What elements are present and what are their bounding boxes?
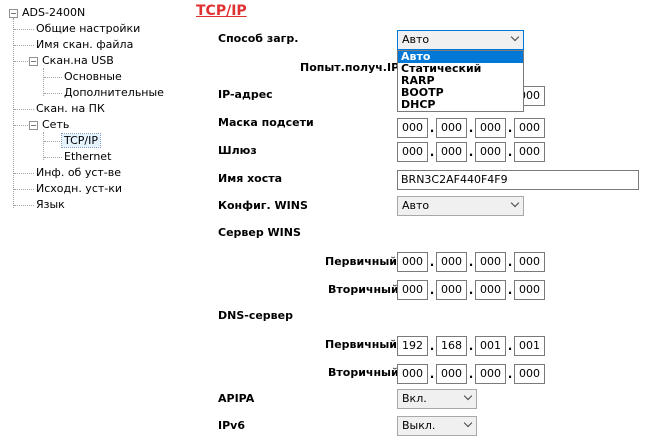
- tree-item-ethernet[interactable]: Ethernet: [62, 149, 113, 165]
- tree-item-scan-pc[interactable]: Скан. на ПК: [34, 101, 107, 117]
- tree-item-reset[interactable]: Исходн. уст-ки: [34, 181, 124, 197]
- apipa-select[interactable]: Вкл.: [397, 389, 477, 409]
- hostname-input[interactable]: BRN3C2AF440F4F9: [397, 170, 639, 190]
- ip-octet[interactable]: 000: [514, 280, 545, 300]
- tree-line: [44, 77, 62, 78]
- tree-item-scan-filename[interactable]: Имя скан. файла: [34, 37, 135, 53]
- collapse-icon[interactable]: −: [29, 57, 38, 66]
- collapse-icon[interactable]: −: [29, 121, 38, 130]
- ip-octet[interactable]: 000: [436, 364, 467, 384]
- ip-octet[interactable]: 000: [397, 118, 428, 138]
- wins-config-label: Конфиг. WINS: [218, 199, 308, 212]
- ip-octet[interactable]: 000: [514, 364, 545, 384]
- tree-item-general[interactable]: Общие настройки: [34, 21, 142, 37]
- tree-line: [14, 45, 34, 46]
- apipa-label: APIPA: [218, 392, 255, 405]
- chevron-down-icon: [463, 418, 473, 428]
- ip-octet[interactable]: 000: [397, 364, 428, 384]
- tree-line: [44, 141, 62, 142]
- ip-octet[interactable]: 001: [514, 336, 545, 356]
- tree-line: [43, 68, 44, 96]
- tree-line: [14, 189, 34, 190]
- ip-octet[interactable]: 000: [514, 252, 545, 272]
- tree-item-scan-usb[interactable]: Скан.на USB: [40, 53, 116, 69]
- settings-tree: − ADS-2400N Общие настройки Имя скан. фа…: [0, 0, 170, 448]
- ip-octet[interactable]: 000: [436, 252, 467, 272]
- chevron-down-icon: [510, 32, 520, 42]
- ip-octet[interactable]: 168: [436, 336, 467, 356]
- ip-octet[interactable]: 000: [475, 142, 506, 162]
- tree-item-network[interactable]: Сеть: [40, 117, 71, 133]
- boot-method-dropdown: Авто Статический RARP BOOTP DHCP: [397, 50, 524, 112]
- wins-secondary-field[interactable]: 000. 000. 000. 000: [397, 280, 545, 300]
- ip-octet[interactable]: 000: [514, 118, 545, 138]
- ipv6-select[interactable]: Выкл.: [397, 416, 477, 436]
- tree-line: [43, 132, 44, 160]
- ip-octet[interactable]: 000: [436, 118, 467, 138]
- tree-line: [44, 157, 62, 158]
- mask-label: Маска подсети: [218, 116, 314, 129]
- wins-server-label: Сервер WINS: [218, 226, 301, 239]
- page-title: TCP/IP: [196, 3, 247, 19]
- tree-line: [14, 109, 34, 110]
- wins-config-select[interactable]: Авто: [397, 196, 524, 216]
- tree-line: [14, 29, 34, 30]
- gateway-label: Шлюз: [218, 144, 257, 157]
- dns-primary-field[interactable]: 192. 168. 001. 001: [397, 336, 545, 356]
- wins-primary-label: Первичный: [325, 255, 398, 268]
- tree-item-tcpip[interactable]: TCP/IP: [61, 133, 101, 149]
- wins-primary-field[interactable]: 000. 000. 000. 000: [397, 252, 545, 272]
- tree-line: [44, 93, 62, 94]
- ip-octet[interactable]: 000: [475, 118, 506, 138]
- tree-root[interactable]: ADS-2400N: [20, 5, 87, 21]
- ip-octet[interactable]: 000: [436, 142, 467, 162]
- collapse-icon[interactable]: −: [9, 9, 18, 18]
- chevron-down-icon: [463, 391, 473, 401]
- tree-item-basic[interactable]: Основные: [62, 69, 124, 85]
- dns-label: DNS-сервер: [218, 309, 293, 322]
- attempts-label: Попыт.получ.IP: [300, 61, 400, 74]
- ipv6-label: IPv6: [218, 419, 245, 432]
- ip-octet[interactable]: 000: [475, 280, 506, 300]
- tree-line: [14, 205, 34, 206]
- tree-item-language[interactable]: Язык: [34, 197, 67, 213]
- ip-octet[interactable]: 000: [475, 252, 506, 272]
- ip-octet[interactable]: 001: [475, 336, 506, 356]
- ip-octet[interactable]: 000: [436, 280, 467, 300]
- subnet-mask-field[interactable]: 000. 000. 000. 000: [397, 118, 545, 138]
- tree-item-device-info[interactable]: Инф. об уст-ве: [34, 165, 123, 181]
- boot-method-label: Способ загр.: [218, 32, 299, 45]
- chevron-down-icon: [510, 198, 520, 208]
- ip-octet[interactable]: 000: [397, 280, 428, 300]
- dns-primary-label: Первичный: [325, 338, 398, 351]
- gateway-field[interactable]: 000. 000. 000. 000: [397, 142, 545, 162]
- tree-line: [13, 18, 14, 208]
- boot-method-select[interactable]: Авто: [397, 30, 524, 50]
- ip-octet[interactable]: 000: [397, 252, 428, 272]
- ip-octet[interactable]: 000: [397, 142, 428, 162]
- dns-secondary-field[interactable]: 000. 000. 000. 000: [397, 364, 545, 384]
- dns-secondary-label: Вторичный: [328, 366, 399, 379]
- hostname-label: Имя хоста: [218, 172, 283, 185]
- tree-item-advanced[interactable]: Дополнительные: [62, 85, 166, 101]
- dropdown-option[interactable]: DHCP: [398, 99, 523, 111]
- wins-secondary-label: Вторичный: [328, 283, 399, 296]
- ip-octet[interactable]: 192: [397, 336, 428, 356]
- ip-octet[interactable]: 000: [475, 364, 506, 384]
- ip-label: IP-адрес: [218, 88, 273, 101]
- tree-line: [14, 173, 34, 174]
- ip-octet[interactable]: 000: [514, 142, 545, 162]
